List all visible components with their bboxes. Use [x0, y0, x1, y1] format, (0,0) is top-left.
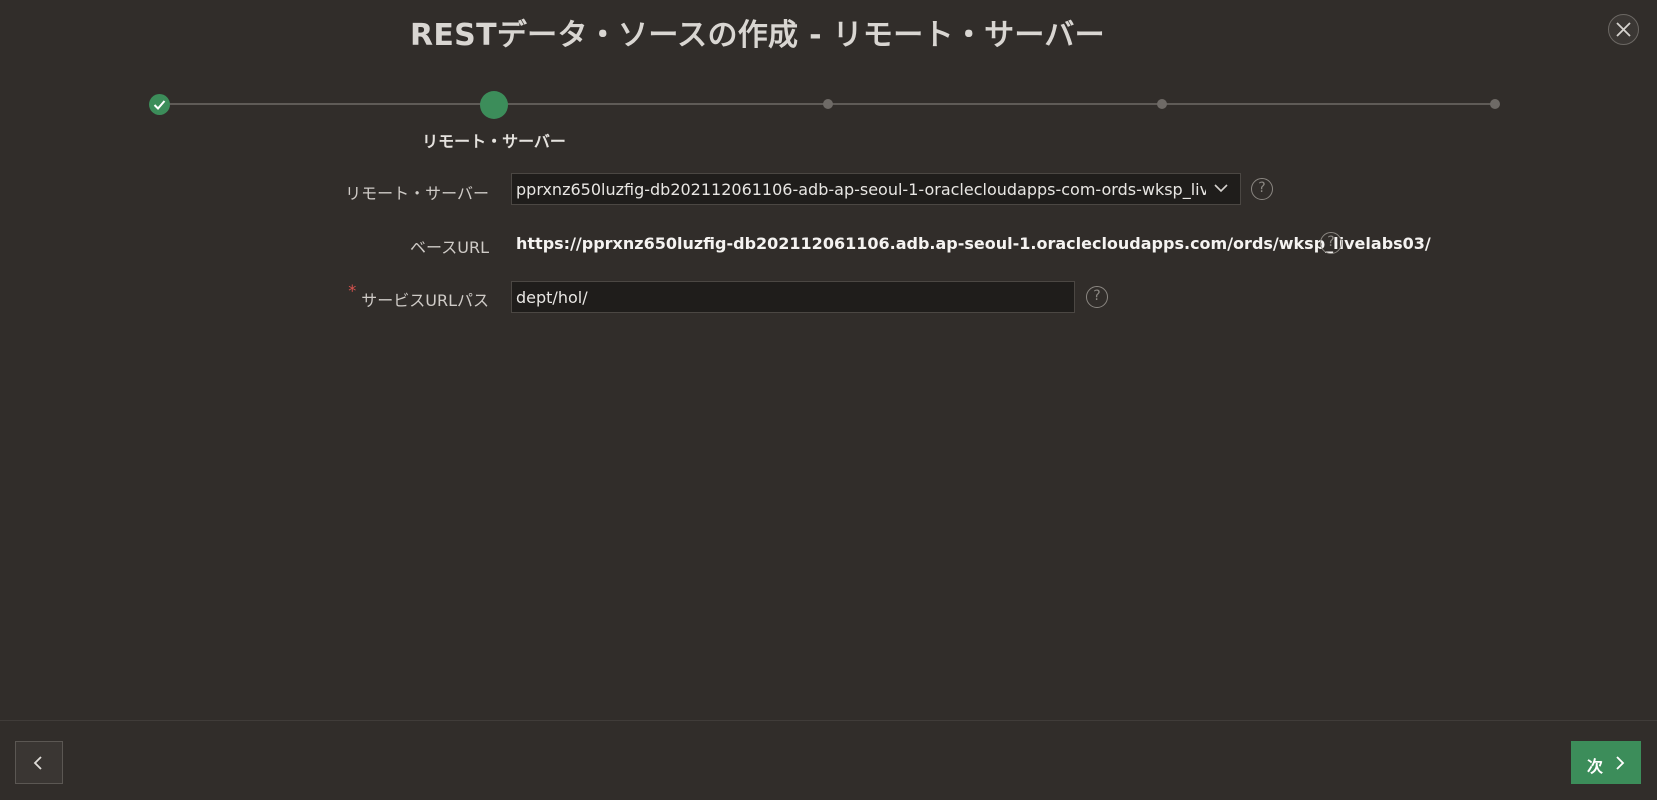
wizard-step-label: リモート・サーバー — [422, 132, 566, 151]
base-url-value: https://pprxnz650luzfig-db202112061106.a… — [516, 234, 1431, 253]
remote-server-help-icon[interactable]: ? — [1251, 178, 1273, 200]
remote-server-select[interactable]: pprxnz650luzfig-db202112061106-adb-ap-se… — [511, 173, 1241, 205]
dialog-title: RESTデータ・ソースの作成 - リモート・サーバー — [409, 18, 1105, 53]
service-url-path-label-text: サービスURLパス — [361, 291, 489, 310]
base-url-label: ベースURL — [410, 238, 489, 257]
create-rest-data-source-dialog: RESTデータ・ソースの作成 - リモート・サーバー リモート・サーバー リモー… — [0, 0, 1657, 800]
remote-server-label: リモート・サーバー — [345, 184, 489, 203]
wizard-step-5 — [1490, 99, 1500, 109]
next-button[interactable]: 次 — [1571, 741, 1641, 784]
check-icon — [153, 100, 166, 110]
wizard-step-1-completed — [149, 94, 170, 115]
close-icon — [1616, 22, 1631, 37]
dialog-footer: 次 — [0, 720, 1657, 800]
base-url-help-icon[interactable]: ? — [1320, 232, 1342, 254]
wizard-step-4 — [1157, 99, 1167, 109]
close-button[interactable] — [1608, 14, 1639, 45]
required-indicator: * — [348, 281, 357, 300]
next-button-label: 次 — [1587, 757, 1604, 776]
wizard-step-3 — [823, 99, 833, 109]
wizard-step-2-current — [480, 91, 508, 119]
previous-button[interactable] — [15, 741, 63, 784]
service-url-path-help-icon[interactable]: ? — [1086, 286, 1108, 308]
service-url-path-input[interactable] — [511, 281, 1075, 313]
chevron-right-icon — [1616, 756, 1625, 770]
chevron-down-icon — [1214, 184, 1228, 193]
remote-server-value: pprxnz650luzfig-db202112061106-adb-ap-se… — [516, 180, 1206, 199]
chevron-left-icon — [33, 756, 42, 770]
service-url-path-label: * サービスURLパス — [348, 281, 489, 311]
